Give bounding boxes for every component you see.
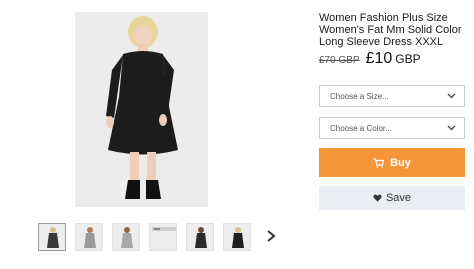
buy-button-label: Buy: [390, 156, 411, 169]
save-button-label: Save: [385, 192, 412, 204]
save-button[interactable]: Save: [319, 186, 465, 210]
original-price: £70 GBP: [319, 55, 360, 66]
thumbnail-image: [152, 227, 176, 231]
thumbnail-image: [47, 227, 59, 248]
thumbnail-image: [232, 227, 244, 248]
chevron-right-icon[interactable]: [265, 229, 277, 243]
thumbnail-3[interactable]: [112, 223, 140, 251]
main-product-image[interactable]: [75, 12, 208, 207]
color-select[interactable]: Choose a Color...: [319, 117, 465, 139]
heart-icon: [373, 194, 382, 202]
buy-button[interactable]: Buy: [319, 148, 465, 177]
thumbnail-image: [121, 227, 133, 248]
size-select-label: Choose a Size...: [330, 91, 389, 101]
thumbnail-1[interactable]: [38, 223, 66, 251]
size-select[interactable]: Choose a Size...: [319, 85, 465, 107]
thumbnail-image: [195, 227, 207, 248]
cart-icon: [373, 157, 385, 168]
product-title: Women Fashion Plus Size Women's Fat Mm S…: [319, 12, 462, 48]
thumbnail-6[interactable]: [223, 223, 251, 251]
sale-price: £10: [365, 50, 393, 67]
chevron-down-icon: [447, 93, 456, 99]
thumbnail-image: [84, 227, 96, 248]
thumbnail-2[interactable]: [75, 223, 103, 251]
price-currency: GBP: [395, 52, 421, 66]
thumbnail-5[interactable]: [186, 223, 214, 251]
color-select-label: Choose a Color...: [330, 123, 392, 133]
price-row: £70 GBP £10 GBP: [319, 50, 421, 68]
thumbnail-4[interactable]: [149, 223, 177, 251]
model-photo: [75, 12, 208, 207]
thumbnail-strip: [38, 222, 260, 252]
chevron-down-icon: [447, 125, 456, 131]
